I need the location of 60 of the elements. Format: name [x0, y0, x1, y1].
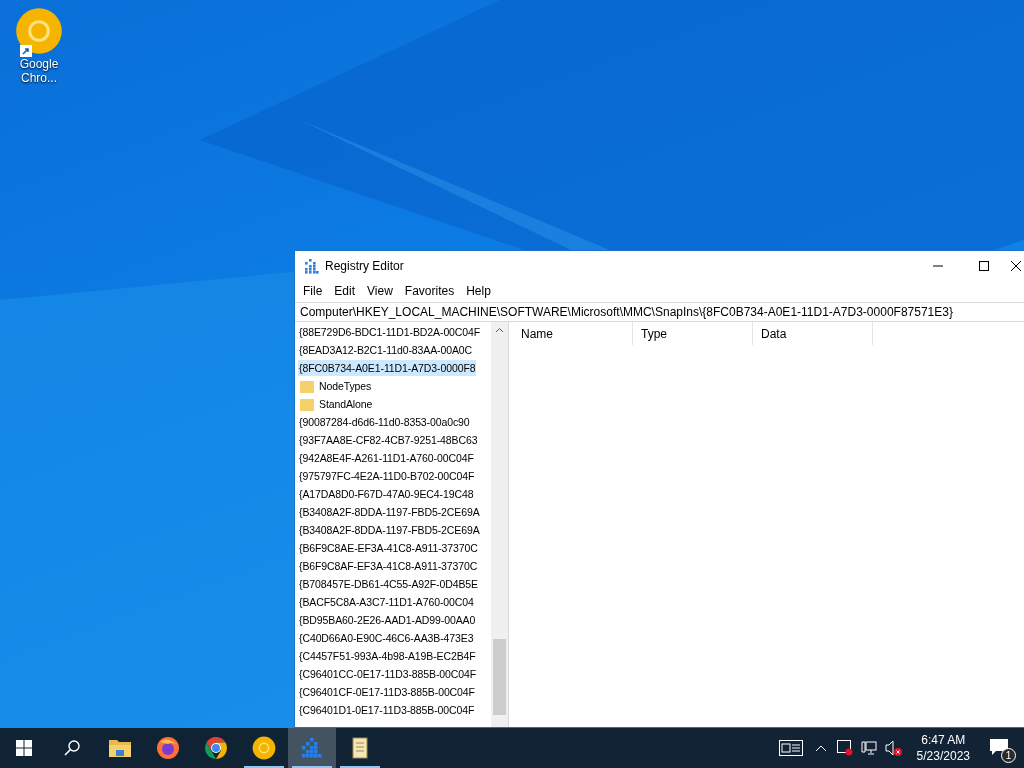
notification-count: 1 [1001, 748, 1016, 763]
scrollbar[interactable] [491, 322, 508, 727]
folder-icon [108, 738, 132, 758]
news-icon[interactable] [778, 740, 803, 756]
search-icon [64, 740, 80, 756]
tree-item[interactable]: StandAlone [318, 396, 374, 412]
browser-ring-icon [252, 736, 276, 760]
fox-globe-icon [156, 736, 180, 760]
tree-item[interactable]: {88E729D6-BDC1-11D1-BD2A-00C04F [298, 324, 482, 340]
tree-item[interactable]: {B708457E-DB61-4C55-A92F-0D4B5E [298, 576, 479, 592]
scrollbar-thumb[interactable] [493, 639, 506, 715]
tree-item[interactable]: {8FC0B734-A0E1-11D1-A7D3-0000F8 [298, 360, 477, 376]
tree-item[interactable]: {B3408A2F-8DDA-1197-FBD5-2CE69A [298, 504, 481, 520]
tree-item[interactable]: {93F7AA8E-CF82-4CB7-9251-48BC63 [298, 432, 479, 448]
close-icon [1011, 261, 1021, 271]
cubes-icon [303, 258, 319, 274]
scroll-icon [349, 736, 371, 760]
menu-item[interactable]: File [297, 282, 329, 300]
clock-date: 5/23/2023 [916, 748, 970, 764]
cubes-icon [300, 736, 324, 760]
tree-item[interactable]: {C40D66A0-E90C-46C6-AA3B-473E3 [298, 630, 475, 646]
notification-icon[interactable] [990, 739, 1008, 755]
column-header[interactable]: Data [753, 322, 873, 345]
tree-item[interactable]: {B6F9C8AE-EF3A-41C8-A911-37370C [298, 540, 479, 556]
tree-item[interactable]: {A17DA8D0-F67D-47A0-9EC4-19C48 [298, 486, 475, 502]
tree-item[interactable]: NodeTypes [318, 378, 373, 394]
folder-icon [300, 379, 314, 393]
tree-item[interactable]: {975797FC-4E2A-11D0-B702-00C04F [298, 468, 476, 484]
column-header[interactable]: Name [513, 322, 633, 345]
tree-item[interactable]: {BACF5C8A-A3C7-11D1-A760-00C04 [298, 594, 475, 610]
address-bar[interactable]: Computer\HKEY_LOCAL_MACHINE\SOFTWARE\Microsoft\MMC\SnapIns\{8FC0B734-A0E1-11D1-A7D3-0000F87571E3} [295, 302, 1024, 322]
menu-item[interactable]: View [361, 282, 399, 300]
folder-icon [300, 397, 314, 411]
tree-item[interactable]: {C96401CC-0E17-11D3-885B-00C04F [298, 666, 478, 682]
muted-speaker-icon[interactable] [884, 740, 903, 756]
tree-item[interactable]: {942A8E4F-A261-11D1-A760-00C04F [298, 450, 475, 466]
chrome-icon [204, 736, 228, 760]
tree-item[interactable]: {BD95BA60-2E26-AAD1-AD99-00AA0 [298, 612, 477, 628]
clock[interactable]: 6:47 AM 5/23/2023 [916, 732, 970, 764]
chevron-up-icon[interactable] [814, 744, 827, 752]
menu-item[interactable]: Favorites [398, 282, 461, 300]
tree-item[interactable]: {90087284-d6d6-11d0-8353-00a0c90 [298, 414, 471, 430]
tree-item[interactable]: {B3408A2F-8DDA-1197-FBD5-2CE69A [298, 522, 481, 538]
menu-item[interactable]: Edit [328, 282, 362, 300]
window-title: Registry Editor [325, 258, 404, 275]
tree-item[interactable]: {C96401D1-0E17-11D3-885B-00C04F [298, 702, 476, 718]
windows-icon [16, 740, 32, 756]
sync-alert-icon[interactable] [836, 740, 853, 756]
network-icon[interactable] [860, 740, 877, 756]
tree-item[interactable]: {C96401CF-0E17-11D3-885B-00C04F [298, 684, 476, 700]
tree-item[interactable]: {C4457F51-993A-4b98-A19B-EC2B4F [298, 648, 477, 664]
shortcut-arrow-icon [20, 45, 32, 57]
tree-item[interactable]: {B6F9C8AF-EF3A-41C8-A911-37370C [298, 558, 479, 574]
clock-time: 6:47 AM [921, 732, 966, 748]
maximize-icon [979, 261, 989, 271]
column-header[interactable]: Type [633, 322, 753, 345]
desktop-icon-label[interactable]: Google Chro... [14, 57, 64, 85]
tree-item[interactable]: {8EAD3A12-B2C1-11d0-83AA-00A0C [298, 342, 474, 358]
menu-item[interactable]: Help [460, 282, 497, 300]
browser-ring-icon [15, 7, 63, 55]
